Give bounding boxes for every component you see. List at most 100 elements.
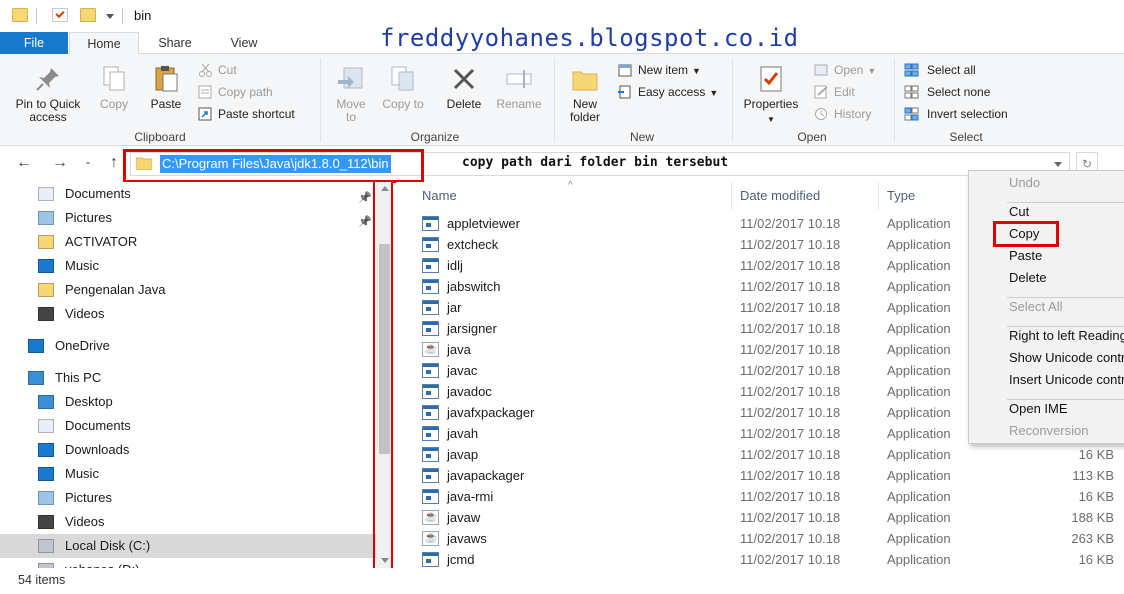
- nav-item[interactable]: Pengenalan Java: [0, 278, 376, 302]
- copy-path-button[interactable]: Copy path: [198, 83, 273, 101]
- pin-to-quick-access-button[interactable]: Pin to Quick access: [6, 64, 90, 124]
- nav-item[interactable]: Pictures: [0, 486, 376, 510]
- column-divider[interactable]: [878, 182, 879, 210]
- file-row[interactable]: java-rmi 11/02/2017 10.18 Application 16 KB: [396, 486, 1124, 507]
- file-row[interactable]: jcmd 11/02/2017 10.18 Application 16 KB: [396, 549, 1124, 570]
- recent-locations-chevron-icon[interactable]: ⌄: [78, 156, 98, 167]
- column-type[interactable]: Type: [887, 188, 915, 203]
- column-divider[interactable]: [731, 182, 732, 210]
- menu-item-open-ime[interactable]: Open IME: [1009, 401, 1068, 416]
- application-icon: [422, 426, 439, 441]
- history-button[interactable]: History: [814, 105, 871, 123]
- nav-item[interactable]: Pictures 📌: [0, 206, 376, 230]
- file-name: extcheck: [447, 237, 499, 252]
- tab-share[interactable]: Share: [144, 32, 206, 54]
- select-all-button[interactable]: Select all: [904, 61, 976, 79]
- folder-icon[interactable]: [12, 8, 28, 22]
- nav-item-label: ACTIVATOR: [65, 234, 138, 249]
- tab-view[interactable]: View: [212, 32, 276, 54]
- cut-button[interactable]: Cut: [198, 61, 237, 79]
- nav-item[interactable]: Local Disk (C:): [0, 534, 376, 558]
- application-icon: [422, 384, 439, 399]
- new-folder-icon[interactable]: [80, 8, 96, 22]
- file-name: jar: [447, 300, 462, 315]
- select-all-label: Select all: [927, 63, 976, 77]
- open-button[interactable]: Open ▼: [814, 61, 876, 79]
- application-icon: [422, 552, 439, 567]
- file-type: Application: [887, 405, 951, 420]
- properties-check-icon[interactable]: [52, 8, 68, 22]
- menu-item-paste[interactable]: Paste: [1009, 248, 1042, 263]
- nav-item[interactable]: Desktop: [0, 390, 376, 414]
- rename-button[interactable]: Rename: [492, 64, 546, 111]
- application-icon: [422, 489, 439, 504]
- copy-button[interactable]: Copy: [94, 64, 134, 111]
- menu-item-cut[interactable]: Cut: [1009, 204, 1029, 219]
- file-type: Application: [887, 426, 951, 441]
- nav-item-label: yohanes (D:): [65, 558, 139, 568]
- edit-icon: [814, 85, 828, 99]
- file-type: Application: [887, 321, 951, 336]
- application-icon: [422, 258, 439, 273]
- file-name: java: [447, 342, 471, 357]
- nav-item[interactable]: Documents 📌: [0, 182, 376, 206]
- copy-to-button[interactable]: Copy to: [380, 64, 426, 111]
- move-to-button[interactable]: Move to: [330, 64, 372, 124]
- annotation-text: copy path dari folder bin tersebut: [462, 155, 729, 170]
- nav-item[interactable]: Documents: [0, 414, 376, 438]
- rename-label: Rename: [496, 97, 542, 111]
- menu-item-delete[interactable]: Delete: [1009, 270, 1047, 285]
- file-date: 11/02/2017 10.18: [740, 510, 841, 525]
- tab-home[interactable]: Home: [69, 32, 139, 55]
- folder-icon: [38, 283, 54, 297]
- forward-arrow-icon[interactable]: →: [50, 154, 70, 172]
- menu-item-right-to-left-reading-order[interactable]: Right to left Reading order: [1009, 328, 1124, 343]
- edit-button[interactable]: Edit: [814, 83, 855, 101]
- nav-item-label: Local Disk (C:): [65, 538, 151, 553]
- tab-file[interactable]: File: [0, 32, 68, 54]
- nav-item[interactable]: Videos: [0, 302, 376, 326]
- delete-button[interactable]: Delete: [440, 64, 488, 111]
- delete-label: Delete: [446, 97, 482, 111]
- nav-item[interactable]: This PC: [0, 366, 376, 390]
- application-icon: [422, 216, 439, 231]
- file-name: javaw: [447, 510, 481, 525]
- invert-selection-button[interactable]: Invert selection: [904, 105, 1008, 123]
- application-icon: [422, 447, 439, 462]
- paste-button[interactable]: Paste: [144, 64, 188, 111]
- nav-item[interactable]: Music: [0, 462, 376, 486]
- nav-item[interactable]: Music: [0, 254, 376, 278]
- file-row[interactable]: javaws 11/02/2017 10.18 Application 263 KB: [396, 528, 1124, 549]
- column-date-modified[interactable]: Date modified: [740, 188, 820, 203]
- select-none-button[interactable]: Select none: [904, 83, 990, 101]
- customize-quick-access-icon[interactable]: [106, 14, 114, 19]
- nav-item[interactable]: ACTIVATOR: [0, 230, 376, 254]
- nav-item[interactable]: Downloads: [0, 438, 376, 462]
- file-date: 11/02/2017 10.18: [740, 321, 841, 336]
- file-row[interactable]: javap 11/02/2017 10.18 Application 16 KB: [396, 444, 1124, 465]
- up-arrow-icon[interactable]: ↑: [104, 154, 124, 172]
- java-app-icon: [422, 339, 439, 360]
- file-row[interactable]: javapackager 11/02/2017 10.18 Application 1…: [396, 465, 1124, 486]
- highlight-box: [123, 149, 424, 183]
- column-name[interactable]: Name: [422, 188, 457, 203]
- new-folder-button[interactable]: New folder: [560, 64, 610, 124]
- nav-item[interactable]: OneDrive: [0, 334, 376, 358]
- new-item-button[interactable]: New item ▼: [618, 61, 701, 79]
- nav-item[interactable]: yohanes (D:): [0, 558, 376, 568]
- file-row[interactable]: javaw 11/02/2017 10.18 Application 188 KB: [396, 507, 1124, 528]
- nav-item[interactable]: Videos: [0, 510, 376, 534]
- menu-item-show-unicode-control-characters[interactable]: Show Unicode control characters: [1009, 350, 1124, 365]
- address-dropdown-icon[interactable]: [1054, 162, 1062, 167]
- documents-icon: [38, 419, 54, 433]
- file-date: 11/02/2017 10.18: [740, 279, 841, 294]
- back-arrow-icon[interactable]: ←: [14, 154, 34, 172]
- easy-access-button[interactable]: Easy access ▼: [618, 83, 718, 101]
- properties-button[interactable]: Properties ▼: [736, 64, 806, 126]
- easy-access-icon: [618, 85, 631, 99]
- highlight-box: [993, 221, 1059, 247]
- paste-shortcut-button[interactable]: Paste shortcut: [198, 105, 295, 123]
- file-date: 11/02/2017 10.18: [740, 363, 841, 378]
- menu-item-insert-unicode-control-character[interactable]: Insert Unicode control character: [1009, 372, 1124, 387]
- file-name: jarsigner: [447, 321, 497, 336]
